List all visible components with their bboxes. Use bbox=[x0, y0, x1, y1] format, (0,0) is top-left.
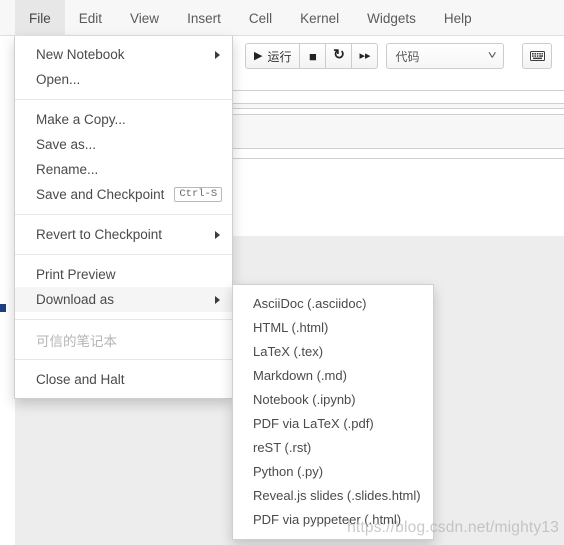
menu-item-label: Save and Checkpoint bbox=[36, 187, 165, 202]
menu-tab-view[interactable]: View bbox=[116, 0, 173, 36]
submenu-item-notebook-ipynb[interactable]: Notebook (.ipynb) bbox=[233, 387, 433, 411]
menu-item-label: New Notebook bbox=[36, 47, 125, 62]
run-cell-button[interactable]: ▶ 运行 bbox=[245, 43, 301, 69]
submenu-item-rest-rst[interactable]: reST (.rst) bbox=[233, 435, 433, 459]
run-cell-label: 运行 bbox=[267, 49, 292, 64]
menu-item-open[interactable]: Open... bbox=[15, 67, 232, 92]
menu-item-label: Close and Halt bbox=[36, 372, 125, 387]
menu-item-label: Revert to Checkpoint bbox=[36, 227, 163, 242]
menu-item-close-and-halt[interactable]: Close and Halt bbox=[15, 367, 232, 392]
menu-divider bbox=[15, 99, 232, 100]
submenu-item-pdf-via-pyppeteer-html[interactable]: PDF via pyppeteer (.html) bbox=[233, 507, 433, 531]
submenu-item-python-py[interactable]: Python (.py) bbox=[233, 459, 433, 483]
restart-and-run-all-button[interactable]: ▸▸ bbox=[351, 43, 379, 69]
menu-tab-insert[interactable]: Insert bbox=[173, 0, 235, 36]
menu-tab-file-label: File bbox=[29, 10, 51, 26]
menu-item-save-and-checkpoint[interactable]: Save and Checkpoint Ctrl-S bbox=[15, 182, 232, 207]
menu-tab-cell[interactable]: Cell bbox=[235, 0, 286, 36]
menu-item-label: Download as bbox=[36, 292, 115, 307]
cell-type-value: 代码 bbox=[395, 49, 420, 64]
menu-bar-items: File Edit View Insert Cell Kernel Widget… bbox=[15, 0, 486, 36]
fast-forward-icon: ▸▸ bbox=[359, 49, 371, 62]
stop-square-icon: ■ bbox=[309, 48, 317, 64]
menu-tab-edit-label: Edit bbox=[78, 10, 103, 26]
submenu-item-html-html[interactable]: HTML (.html) bbox=[233, 315, 433, 339]
menu-tab-cell-label: Cell bbox=[248, 10, 273, 26]
menu-item-new-notebook[interactable]: New Notebook bbox=[15, 42, 232, 67]
menu-item-可信的笔记本: 可信的笔记本 bbox=[15, 327, 232, 352]
menu-item-rename[interactable]: Rename... bbox=[15, 157, 232, 182]
submenu-item-label: Notebook (.ipynb) bbox=[253, 391, 356, 407]
command-palette-button[interactable] bbox=[522, 43, 553, 69]
submenu-arrow-icon bbox=[215, 50, 220, 59]
submenu-item-label: Python (.py) bbox=[253, 463, 324, 479]
submenu-item-asciidoc-asciidoc[interactable]: AsciiDoc (.asciidoc) bbox=[233, 291, 433, 315]
menu-item-label: 可信的笔记本 bbox=[36, 333, 117, 349]
menu-tab-kernel-label: Kernel bbox=[300, 10, 340, 26]
menu-divider bbox=[15, 254, 232, 255]
menu-item-label: Save as... bbox=[36, 137, 97, 152]
menu-divider bbox=[15, 214, 232, 215]
chevron-down-icon: ˅ bbox=[487, 50, 497, 62]
submenu-item-label: PDF via LaTeX (.pdf) bbox=[253, 415, 374, 431]
toolbar-button-group: ▶ 运行 ■ ↻ ▸▸ bbox=[245, 43, 379, 69]
submenu-item-label: LaTeX (.tex) bbox=[253, 343, 324, 359]
restart-kernel-button[interactable]: ↻ bbox=[325, 43, 353, 69]
submenu-item-label: HTML (.html) bbox=[253, 319, 329, 335]
submenu-item-reveal-js-slides-slides-html[interactable]: Reveal.js slides (.slides.html) bbox=[233, 483, 433, 507]
menu-tab-help[interactable]: Help bbox=[430, 0, 486, 36]
menu-item-revert-to-checkpoint[interactable]: Revert to Checkpoint bbox=[15, 222, 232, 247]
menu-item-shortcut: Ctrl-S bbox=[174, 186, 223, 203]
submenu-item-label: PDF via pyppeteer (.html) bbox=[253, 511, 402, 527]
play-icon: ▶ bbox=[254, 49, 263, 62]
submenu-item-label: Markdown (.md) bbox=[253, 367, 347, 383]
menu-tab-widgets[interactable]: Widgets bbox=[353, 0, 430, 36]
file-dropdown-menu: New Notebook Open... Make a Copy... Save as… bbox=[14, 36, 233, 399]
menu-item-label: Open... bbox=[36, 72, 81, 87]
menu-tab-file[interactable]: File bbox=[15, 0, 65, 36]
interrupt-kernel-button[interactable]: ■ bbox=[299, 43, 327, 69]
keyboard-icon bbox=[529, 51, 545, 61]
submenu-item-label: reST (.rst) bbox=[253, 439, 312, 455]
submenu-item-label: Reveal.js slides (.slides.html) bbox=[253, 487, 421, 503]
submenu-item-pdf-via-latex-pdf[interactable]: PDF via LaTeX (.pdf) bbox=[233, 411, 433, 435]
submenu-item-latex-tex[interactable]: LaTeX (.tex) bbox=[233, 339, 433, 363]
cell-type-select[interactable]: 代码 ˅ bbox=[386, 43, 505, 69]
menu-item-label: Print Preview bbox=[36, 267, 116, 282]
submenu-arrow-icon bbox=[215, 295, 220, 304]
menu-divider bbox=[15, 319, 232, 320]
menu-tab-insert-label: Insert bbox=[187, 10, 221, 26]
menu-tab-help-label: Help bbox=[443, 10, 472, 26]
menu-bar: File Edit View Insert Cell Kernel Widget… bbox=[0, 0, 564, 36]
menu-item-download-as[interactable]: Download as bbox=[15, 287, 232, 312]
submenu-item-label: AsciiDoc (.asciidoc) bbox=[253, 295, 367, 311]
submenu-arrow-icon bbox=[215, 230, 220, 239]
submenu-item-markdown-md[interactable]: Markdown (.md) bbox=[233, 363, 433, 387]
menu-tab-widgets-label: Widgets bbox=[367, 10, 416, 26]
menu-tab-view-label: View bbox=[130, 10, 160, 26]
menu-item-make-a-copy[interactable]: Make a Copy... bbox=[15, 107, 232, 132]
text-cursor-caret bbox=[0, 304, 6, 312]
download-as-submenu: AsciiDoc (.asciidoc) HTML (.html) LaTeX (.… bbox=[232, 284, 434, 540]
menu-item-label: Make a Copy... bbox=[36, 112, 126, 127]
jupyter-notebook-app: ▶ 运行 ■ ↻ ▸▸ 代码 ˅ File Edit View Insert C… bbox=[0, 0, 564, 545]
menu-item-print-preview[interactable]: Print Preview bbox=[15, 262, 232, 287]
menu-tab-kernel[interactable]: Kernel bbox=[286, 0, 353, 36]
menu-item-save-as[interactable]: Save as... bbox=[15, 132, 232, 157]
restart-circle-arrow-icon: ↻ bbox=[333, 48, 345, 63]
menu-divider bbox=[15, 359, 232, 360]
menu-item-label: Rename... bbox=[36, 162, 99, 177]
menu-tab-edit[interactable]: Edit bbox=[65, 0, 116, 36]
